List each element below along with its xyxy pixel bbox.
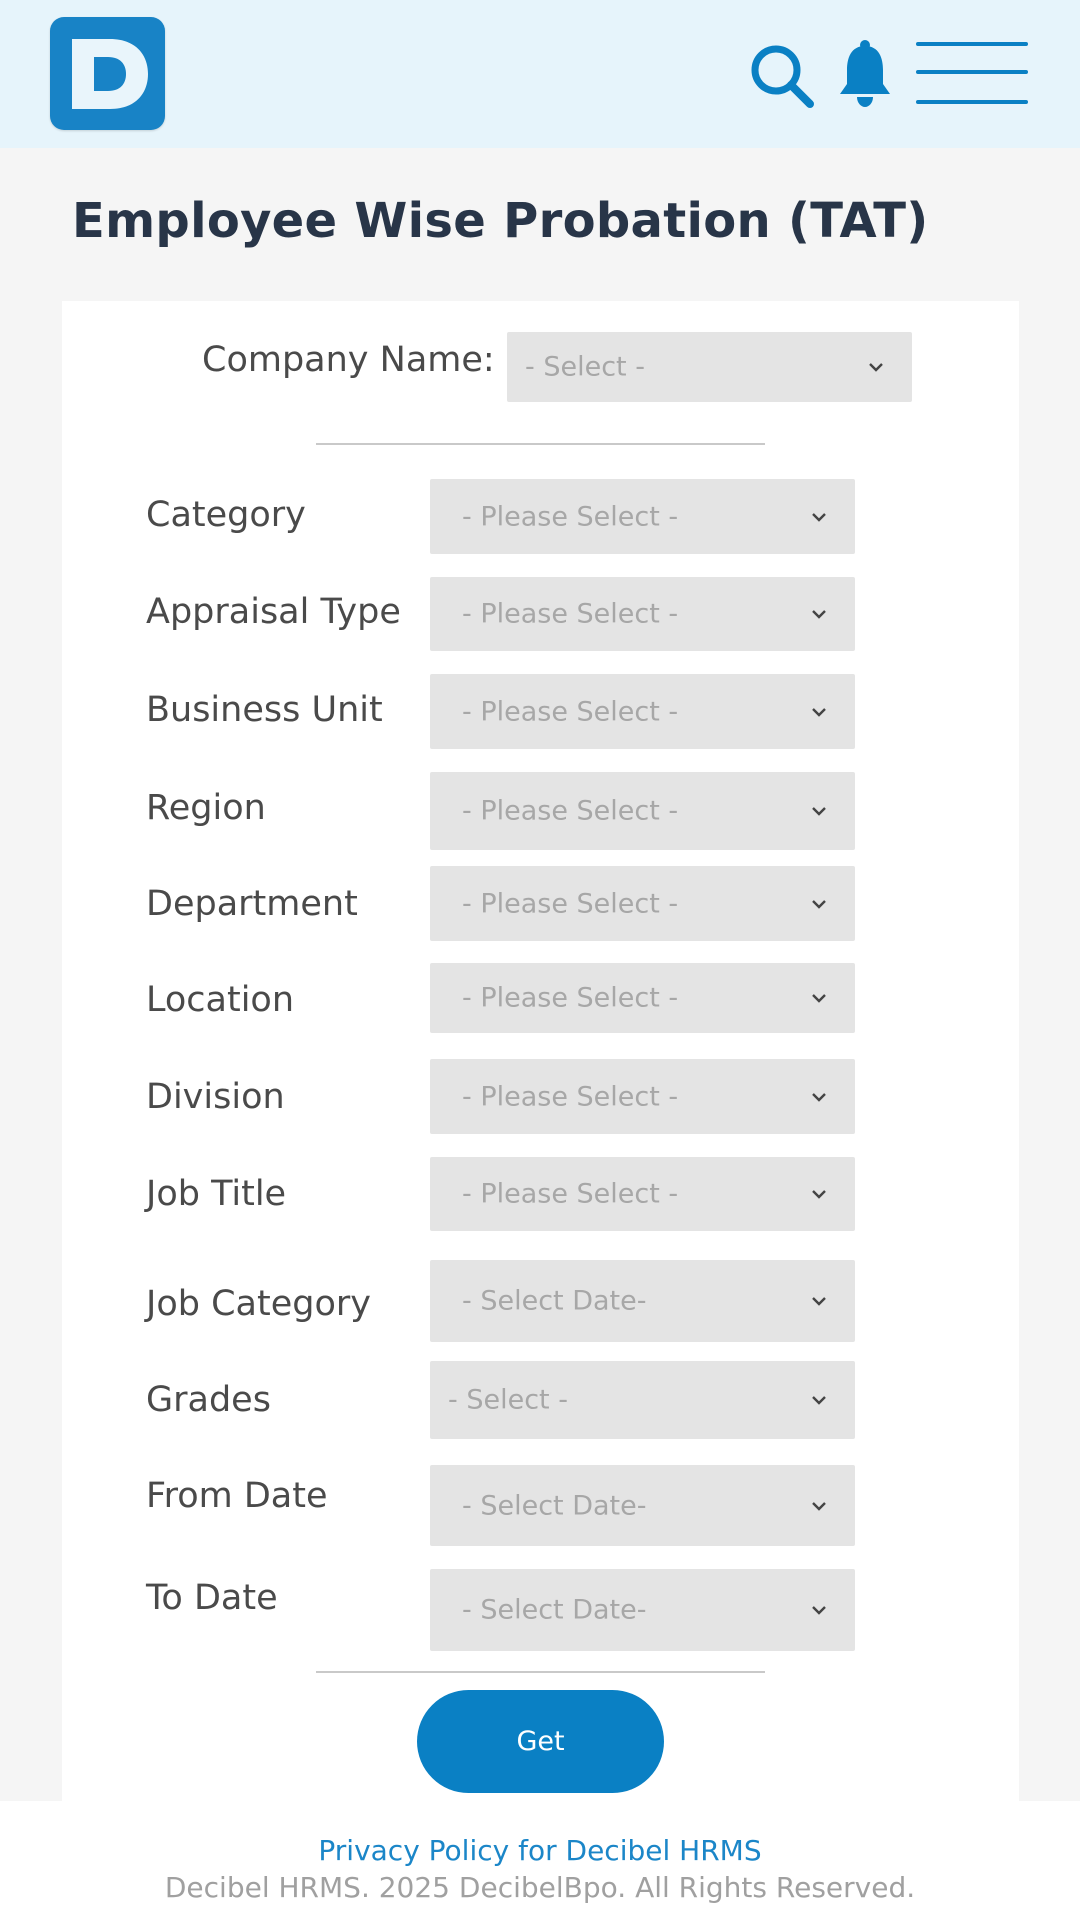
business-unit-label: Business Unit [146,690,383,730]
menu-icon[interactable] [916,38,1028,108]
department-select-value: - Please Select - [462,888,679,919]
job-title-select[interactable]: - Please Select - [430,1157,855,1231]
chevron-down-icon [812,899,826,909]
region-select[interactable]: - Please Select - [430,772,855,850]
chevron-down-icon [812,807,826,816]
appraisal-type-select[interactable]: - Please Select - [430,577,855,651]
app-header [0,0,1080,148]
privacy-policy-link[interactable]: Privacy Policy for Decibel HRMS [0,1834,1080,1867]
location-select-value: - Please Select - [462,982,679,1014]
to-date-label: To Date [146,1578,278,1618]
chevron-down-icon [812,1190,826,1199]
grades-select-value: - Select - [448,1384,568,1416]
grades-label: Grades [146,1380,271,1420]
job-category-select[interactable]: - Select Date- [430,1260,855,1342]
chevron-down-icon [812,1501,826,1511]
company-name-select[interactable]: - Select - [507,332,912,402]
divider [316,443,765,445]
company-name-label: Company Name: [202,340,495,380]
appraisal-type-select-value: - Please Select - [462,598,679,630]
chevron-down-icon [869,363,883,372]
job-category-select-value: - Select Date- [462,1285,647,1317]
appraisal-type-label: Appraisal Type [146,592,401,632]
category-select[interactable]: - Please Select - [430,479,855,554]
footer: Privacy Policy for Decibel HRMS Decibel … [0,1801,1080,1920]
department-label: Department [146,884,358,924]
search-icon[interactable] [748,42,816,110]
business-unit-select-value: - Please Select - [462,696,679,727]
grades-select[interactable]: - Select - [430,1361,855,1439]
chevron-down-icon [812,1092,826,1102]
from-date-label: From Date [146,1476,328,1516]
category-label: Category [146,495,306,535]
category-select-value: - Please Select - [462,501,679,532]
chevron-down-icon [812,512,826,522]
location-select[interactable]: - Please Select - [430,963,855,1033]
division-select[interactable]: - Please Select - [430,1059,855,1134]
bell-icon[interactable] [836,38,894,108]
chevron-down-icon [812,1606,826,1615]
division-label: Division [146,1077,285,1117]
department-select[interactable]: - Please Select - [430,866,855,941]
chevron-down-icon [812,707,826,717]
location-label: Location [146,980,295,1020]
from-date-select[interactable]: - Select Date- [430,1465,855,1546]
decibel-logo[interactable] [50,17,165,130]
job-category-label: Job Category [146,1284,371,1324]
from-date-select-value: - Select Date- [462,1490,647,1521]
page-title: Employee Wise Probation (TAT) [72,193,929,249]
chevron-down-icon [812,1297,826,1306]
chevron-down-icon [812,994,826,1003]
business-unit-select[interactable]: - Please Select - [430,674,855,749]
chevron-down-icon [812,610,826,619]
chevron-down-icon [812,1396,826,1405]
company-name-select-value: - Select - [525,351,645,383]
divider [316,1671,765,1673]
region-label: Region [146,788,266,828]
division-select-value: - Please Select - [462,1081,679,1112]
job-title-select-value: - Please Select - [462,1178,679,1210]
region-select-value: - Please Select - [462,795,679,827]
to-date-select-value: - Select Date- [462,1594,647,1626]
get-button[interactable]: Get [417,1690,664,1793]
to-date-select[interactable]: - Select Date- [430,1569,855,1651]
copyright-text: Decibel HRMS. 2025 DecibelBpo. All Right… [164,1871,916,1904]
job-title-label: Job Title [146,1174,287,1214]
